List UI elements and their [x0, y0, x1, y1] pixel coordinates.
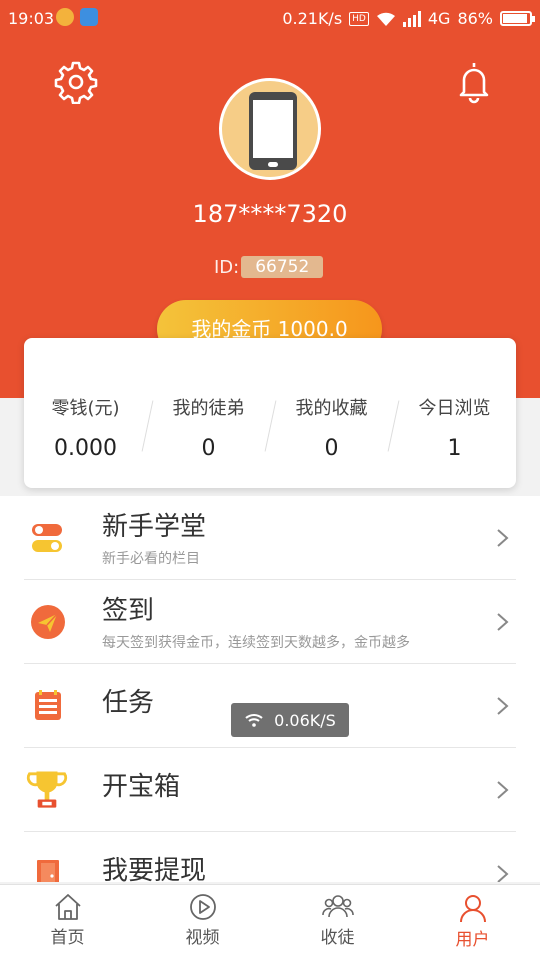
phone-icon [249, 92, 297, 170]
chevron-right-icon [497, 613, 509, 631]
menu-item-title: 任务 [102, 688, 155, 718]
battery-percent: 86% [457, 9, 493, 28]
chevron-right-icon [497, 529, 509, 547]
stat-value: 1 [447, 436, 462, 461]
menu-item-title: 我要提现 [102, 856, 207, 882]
toast-text: 0.06K/S [274, 710, 336, 730]
hd-icon: HD [349, 11, 369, 26]
avatar[interactable] [219, 78, 321, 180]
nav-recruit[interactable]: 收徒 [270, 885, 405, 960]
menu-item-subtitle: 每天签到获得金币，连续签到天数越多，金币越多 [102, 635, 410, 651]
stat-value: 0 [201, 436, 216, 461]
task-list-icon [35, 690, 61, 720]
user-id-value: 66752 [241, 256, 324, 278]
play-icon [189, 894, 216, 920]
menu-item-title: 签到 [102, 596, 155, 626]
stat-change[interactable]: 零钱(元) 0.000 [24, 394, 147, 488]
stat-value: 0 [324, 436, 339, 461]
menu-item-title: 开宝箱 [102, 772, 181, 802]
nav-label: 用户 [455, 930, 490, 950]
stat-today-views[interactable]: 今日浏览 1 [393, 394, 516, 488]
menu-list: 新手学堂 新手必看的栏目 签到 每天签到获得金币，连续签到天数越多，金币越多 任… [0, 496, 540, 882]
nav-label: 首页 [50, 928, 85, 948]
network-speed: 0.21K/s [282, 9, 343, 28]
stat-label: 我的徒弟 [172, 398, 245, 419]
stat-value: 0.000 [54, 436, 117, 461]
paper-plane-icon [31, 605, 65, 639]
message-app-icon [80, 8, 98, 26]
user-id-label: ID: [214, 256, 240, 278]
menu-item-beginner-school[interactable]: 新手学堂 新手必看的栏目 [24, 496, 516, 580]
menu-item-sign-in[interactable]: 签到 每天签到获得金币，连续签到天数越多，金币越多 [24, 580, 516, 664]
user-phone-number: 187****7320 [192, 200, 348, 228]
home-icon [54, 894, 81, 920]
battery-icon [500, 11, 535, 26]
menu-item-withdraw[interactable]: 我要提现 [24, 832, 516, 882]
menu-item-open-chest[interactable]: 开宝箱 [24, 748, 516, 832]
wifi-icon [376, 12, 395, 26]
nav-label: 视频 [185, 928, 220, 948]
nav-label: 收徒 [320, 928, 355, 948]
nav-home[interactable]: 首页 [0, 885, 135, 960]
network-type: 4G [427, 9, 451, 28]
stat-apprentices[interactable]: 我的徒弟 0 [147, 394, 270, 488]
trophy-icon [26, 771, 68, 808]
bottom-nav: 首页 视频 收徒 用户 [0, 884, 540, 960]
chevron-right-icon [497, 781, 509, 799]
user-id-row: ID: 66752 [214, 256, 324, 278]
toggle-icon [32, 524, 62, 552]
stat-favorites[interactable]: 我的收藏 0 [270, 394, 393, 488]
network-speed-toast: 0.06K/S [231, 703, 349, 737]
stat-label: 零钱(元) [51, 398, 120, 419]
user-icon [459, 895, 486, 923]
settings-gear-icon[interactable] [54, 60, 98, 104]
stats-card: 零钱(元) 0.000 我的徒弟 0 我的收藏 0 今日浏览 1 [24, 338, 516, 488]
stat-label: 今日浏览 [418, 398, 491, 419]
nav-video[interactable]: 视频 [135, 885, 270, 960]
nav-user[interactable]: 用户 [405, 885, 540, 960]
chevron-right-icon [497, 865, 509, 882]
signal-icon [402, 10, 421, 27]
menu-item-title: 新手学堂 [102, 512, 207, 542]
group-icon [321, 895, 354, 918]
status-bar: 19:03 0.21K/s HD 4G 86% [0, 0, 540, 38]
notification-bell-icon[interactable] [452, 60, 496, 104]
door-icon [37, 860, 59, 882]
stat-label: 我的收藏 [295, 398, 368, 419]
notification-app-icon [56, 8, 74, 26]
menu-item-subtitle: 新手必看的栏目 [102, 551, 200, 567]
wifi-icon [245, 714, 263, 727]
status-time: 19:03 [8, 9, 55, 28]
chevron-right-icon [497, 697, 509, 715]
